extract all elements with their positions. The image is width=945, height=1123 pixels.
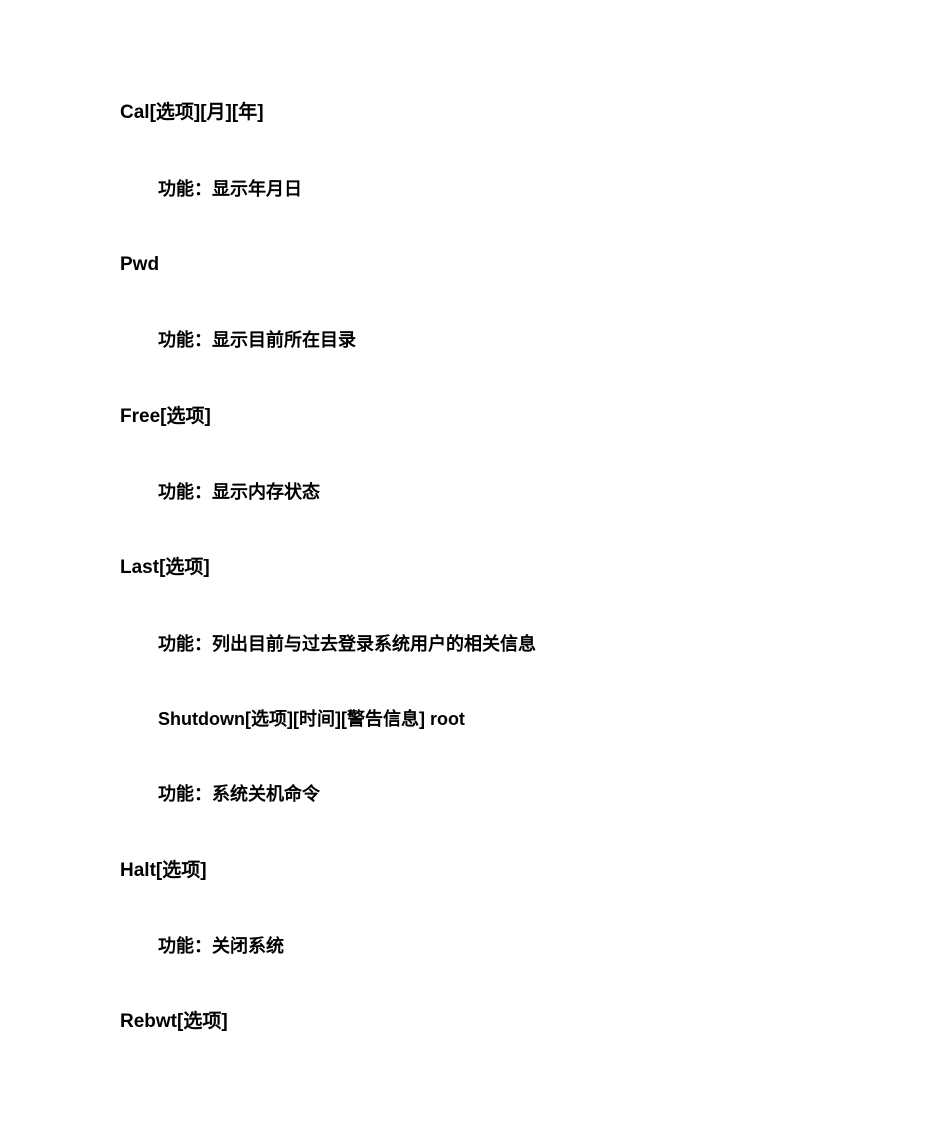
command-subheading-shutdown: Shutdown[选项][时间][警告信息] root (158, 707, 825, 732)
command-subdesc-shutdown: 功能：系统关机命令 (158, 782, 825, 807)
command-heading-rebwt: Rebwt[选项] (120, 1009, 825, 1036)
command-desc-halt: 功能：关闭系统 (158, 934, 825, 959)
command-heading-pwd: Pwd (120, 252, 825, 279)
command-heading-halt: Halt[选项] (120, 858, 825, 885)
command-heading-cal: Cal[选项][月][年] (120, 100, 825, 127)
command-desc-free: 功能：显示内存状态 (158, 480, 825, 505)
command-heading-free: Free[选项] (120, 404, 825, 431)
command-heading-last: Last[选项] (120, 555, 825, 582)
command-desc-cal: 功能：显示年月日 (158, 177, 825, 202)
command-desc-last: 功能：列出目前与过去登录系统用户的相关信息 (158, 632, 825, 657)
command-desc-pwd: 功能：显示目前所在目录 (158, 328, 825, 353)
